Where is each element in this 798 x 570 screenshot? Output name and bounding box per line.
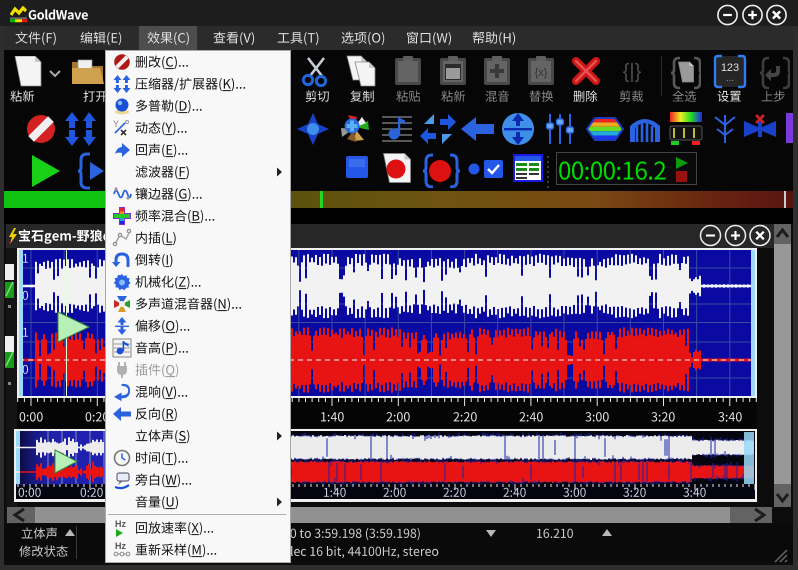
svg-text:Hz: Hz <box>115 541 126 551</box>
svg-text:...: ... <box>726 73 734 84</box>
svg-text:{|}: {|} <box>623 61 642 83</box>
svg-text:Hz: Hz <box>115 519 126 529</box>
svg-text:{x}: {x} <box>535 67 548 79</box>
svg-text:Y: Y <box>113 119 119 129</box>
